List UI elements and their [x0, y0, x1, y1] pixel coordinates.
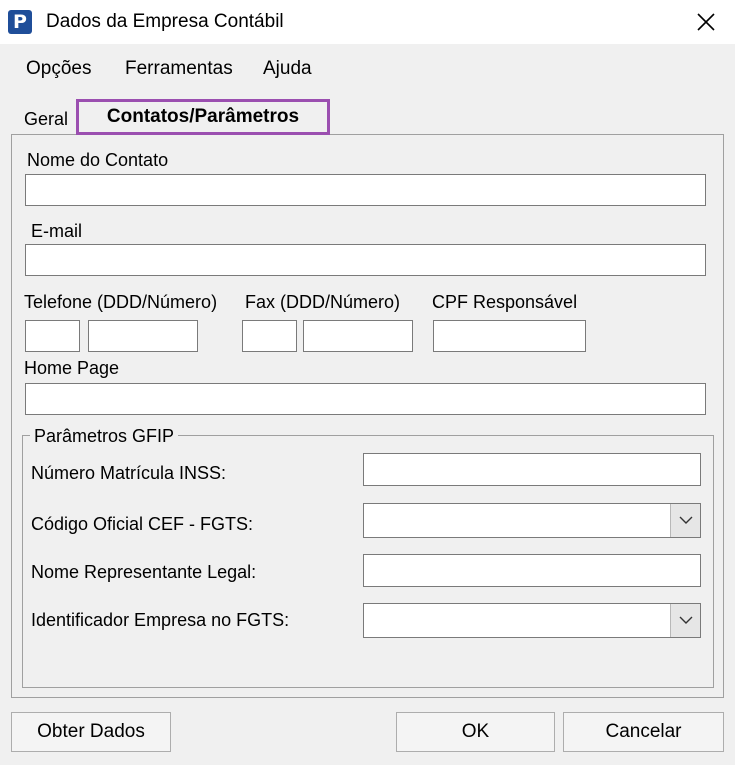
identificador-fgts-select[interactable] — [363, 603, 701, 638]
menu-opcoes[interactable]: Opções — [26, 57, 91, 81]
app-icon: P — [8, 10, 32, 34]
menu-ajuda[interactable]: Ajuda — [263, 57, 312, 81]
home-page-input[interactable] — [25, 383, 706, 415]
fax-label: Fax (DDD/Número) — [245, 292, 401, 312]
email-input[interactable] — [25, 244, 706, 276]
email-label: E-mail — [31, 221, 83, 241]
telefone-label: Telefone (DDD/Número) — [24, 292, 218, 312]
chevron-down-icon — [679, 516, 693, 524]
obter-dados-button[interactable]: Obter Dados — [11, 712, 171, 752]
gfip-group-legend: Parâmetros GFIP — [30, 425, 179, 447]
identificador-fgts-dropdown-button[interactable] — [670, 604, 700, 637]
codigo-cef-label: Código Oficial CEF - FGTS: — [31, 514, 254, 534]
fax-ddd-input[interactable] — [242, 320, 297, 352]
chevron-down-icon — [679, 616, 693, 624]
cpf-label: CPF Responsável — [432, 292, 578, 312]
close-button[interactable] — [686, 6, 726, 38]
nome-contato-label: Nome do Contato — [27, 150, 169, 170]
ok-button[interactable]: OK — [396, 712, 555, 752]
fax-numero-input[interactable] — [303, 320, 413, 352]
tab-contatos-parametros[interactable]: Contatos/Parâmetros — [76, 99, 330, 135]
representante-legal-label: Nome Representante Legal: — [31, 562, 257, 582]
representante-legal-input[interactable] — [363, 554, 701, 587]
codigo-cef-dropdown-button[interactable] — [670, 504, 700, 537]
nome-contato-input[interactable] — [25, 174, 706, 206]
matricula-inss-label: Número Matrícula INSS: — [31, 463, 227, 483]
title-bar: P Dados da Empresa Contábil — [0, 0, 735, 44]
menu-ferramentas[interactable]: Ferramentas — [125, 57, 233, 81]
window-title: Dados da Empresa Contábil — [46, 11, 284, 32]
cpf-input[interactable] — [433, 320, 586, 352]
home-page-label: Home Page — [24, 358, 120, 378]
telefone-numero-input[interactable] — [88, 320, 198, 352]
matricula-inss-input[interactable] — [363, 453, 701, 486]
identificador-fgts-label: Identificador Empresa no FGTS: — [31, 610, 290, 630]
tab-geral[interactable]: Geral — [24, 108, 68, 130]
close-x-icon — [697, 13, 715, 31]
codigo-cef-select[interactable] — [363, 503, 701, 538]
cancel-button[interactable]: Cancelar — [563, 712, 724, 752]
telefone-ddd-input[interactable] — [25, 320, 80, 352]
menu-bar: Opções Ferramentas Ajuda — [0, 44, 735, 92]
